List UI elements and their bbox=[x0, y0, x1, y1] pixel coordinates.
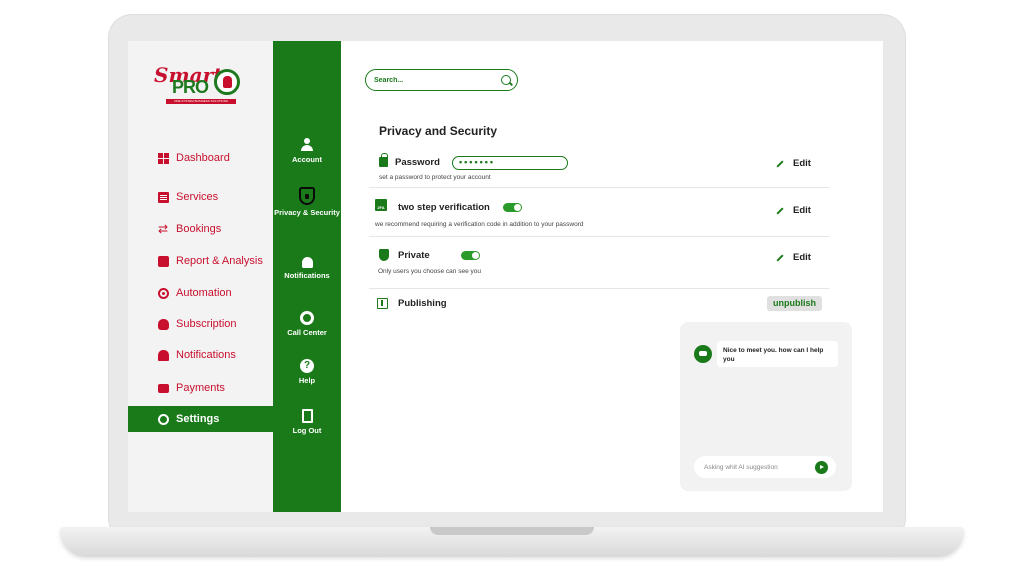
sidebar-item-label: Payments bbox=[176, 382, 225, 394]
bell-icon bbox=[158, 349, 169, 361]
settings-nav-call-center[interactable]: Call Center bbox=[273, 311, 341, 337]
sidebar-item-label: Automation bbox=[176, 287, 232, 299]
settings-nav-label: Privacy & Security bbox=[274, 208, 340, 217]
settings-nav-label: Notifications bbox=[284, 271, 330, 280]
divider bbox=[369, 236, 829, 237]
edit-label: Edit bbox=[793, 205, 811, 216]
settings-nav-label: Help bbox=[298, 376, 316, 385]
sidebar-item-label: Report & Analysis bbox=[176, 255, 263, 267]
two-factor-icon: 2FA bbox=[375, 199, 387, 211]
money-bag-icon bbox=[158, 318, 169, 330]
bot-avatar-icon bbox=[694, 345, 712, 363]
password-description: set a password to protect your account bbox=[379, 174, 491, 181]
private-description: Only users you choose can see you bbox=[378, 268, 481, 275]
settings-nav-notifications[interactable]: Notifications bbox=[273, 257, 341, 280]
settings-nav-label: Call Center bbox=[287, 328, 327, 337]
sidebar-item-services[interactable]: Services bbox=[128, 184, 273, 210]
grid-icon bbox=[158, 152, 169, 164]
report-icon bbox=[158, 255, 169, 267]
sidebar-item-report-analysis[interactable]: Report & Analysis bbox=[128, 248, 273, 274]
send-arrow-icon[interactable] bbox=[815, 460, 828, 474]
main-sidebar: Smart PRO ONE SYSTEM BUSINESS SOLUTIONS … bbox=[128, 41, 273, 512]
divider bbox=[369, 288, 829, 289]
chat-input[interactable] bbox=[702, 462, 816, 472]
laptop-notch bbox=[430, 527, 594, 535]
settings-nav-label: Account bbox=[292, 155, 322, 164]
bell-icon bbox=[301, 257, 313, 268]
document-icon bbox=[158, 191, 169, 203]
runner-icon bbox=[214, 69, 240, 95]
edit-two-step-button[interactable]: Edit bbox=[776, 205, 811, 216]
divider bbox=[369, 187, 829, 188]
settings-nav-help[interactable]: ? Help bbox=[273, 359, 341, 385]
user-icon bbox=[300, 138, 314, 152]
sidebar-item-automation[interactable]: Automation bbox=[128, 280, 273, 306]
user-shield-icon bbox=[379, 249, 389, 261]
private-toggle[interactable] bbox=[461, 251, 480, 260]
sidebar-item-settings[interactable]: Settings bbox=[128, 406, 273, 432]
settings-icon bbox=[158, 413, 169, 425]
settings-nav-logout[interactable]: Log Out bbox=[273, 409, 341, 435]
search-bar[interactable] bbox=[365, 69, 518, 91]
edit-password-button[interactable]: Edit bbox=[776, 158, 811, 169]
password-field[interactable]: ••••••• bbox=[452, 156, 568, 170]
sidebar-item-label: Bookings bbox=[176, 223, 222, 235]
sidebar-item-label: Dashboard bbox=[176, 152, 230, 164]
two-step-label: two step verification bbox=[398, 202, 490, 213]
sidebar-item-label: Notifications bbox=[176, 349, 236, 361]
page-title: Privacy and Security bbox=[379, 124, 498, 138]
publish-icon bbox=[377, 298, 388, 309]
logo-tagline: ONE SYSTEM BUSINESS SOLUTIONS bbox=[166, 99, 236, 104]
two-step-toggle[interactable] bbox=[503, 203, 522, 212]
headset-icon bbox=[300, 311, 314, 325]
chat-input-bar[interactable] bbox=[694, 456, 836, 478]
unpublish-button[interactable]: unpublish bbox=[767, 296, 822, 311]
settings-nav-privacy-security[interactable]: Privacy & Security bbox=[273, 187, 341, 217]
edit-label: Edit bbox=[793, 158, 811, 169]
password-label: Password bbox=[395, 157, 440, 168]
two-step-description: we recommend requiring a verification co… bbox=[375, 221, 584, 228]
sidebar-item-subscription[interactable]: Subscription bbox=[128, 311, 273, 337]
sidebar-item-label: Subscription bbox=[176, 318, 237, 330]
pencil-icon bbox=[776, 206, 784, 215]
card-icon bbox=[158, 383, 169, 393]
sidebar-item-payments[interactable]: Payments bbox=[128, 375, 273, 401]
gear-icon bbox=[158, 287, 169, 299]
app-screen: Smart PRO ONE SYSTEM BUSINESS SOLUTIONS … bbox=[128, 41, 883, 512]
edit-label: Edit bbox=[793, 252, 811, 263]
edit-private-button[interactable]: Edit bbox=[776, 252, 811, 263]
search-input[interactable] bbox=[372, 75, 496, 85]
lock-icon bbox=[379, 153, 388, 167]
help-icon: ? bbox=[300, 359, 314, 373]
sidebar-item-label: Settings bbox=[176, 413, 220, 425]
shield-icon bbox=[299, 187, 315, 205]
pencil-icon bbox=[776, 253, 784, 262]
sidebar-item-label: Services bbox=[176, 191, 219, 203]
logout-icon bbox=[301, 409, 313, 423]
private-label: Private bbox=[398, 250, 430, 261]
logo[interactable]: Smart PRO ONE SYSTEM BUSINESS SOLUTIONS bbox=[154, 63, 250, 111]
pencil-icon bbox=[776, 159, 784, 168]
sidebar-item-dashboard[interactable]: Dashboard bbox=[128, 145, 273, 171]
publishing-label: Publishing bbox=[398, 298, 447, 309]
settings-nav-label: Log Out bbox=[292, 426, 322, 435]
swap-icon: ⇄ bbox=[158, 221, 169, 236]
logo-word-pro: PRO bbox=[172, 77, 209, 97]
sidebar-item-notifications[interactable]: Notifications bbox=[128, 342, 273, 368]
chat-message: Nice to meet you. how can I help you bbox=[717, 341, 838, 367]
ai-chat-panel: Nice to meet you. how can I help you bbox=[680, 322, 852, 491]
settings-nav: Account Privacy & Security Notifications… bbox=[273, 41, 341, 512]
search-icon[interactable] bbox=[501, 75, 511, 85]
settings-nav-account[interactable]: Account bbox=[273, 138, 341, 164]
sidebar-item-bookings[interactable]: ⇄ Bookings bbox=[128, 216, 273, 242]
